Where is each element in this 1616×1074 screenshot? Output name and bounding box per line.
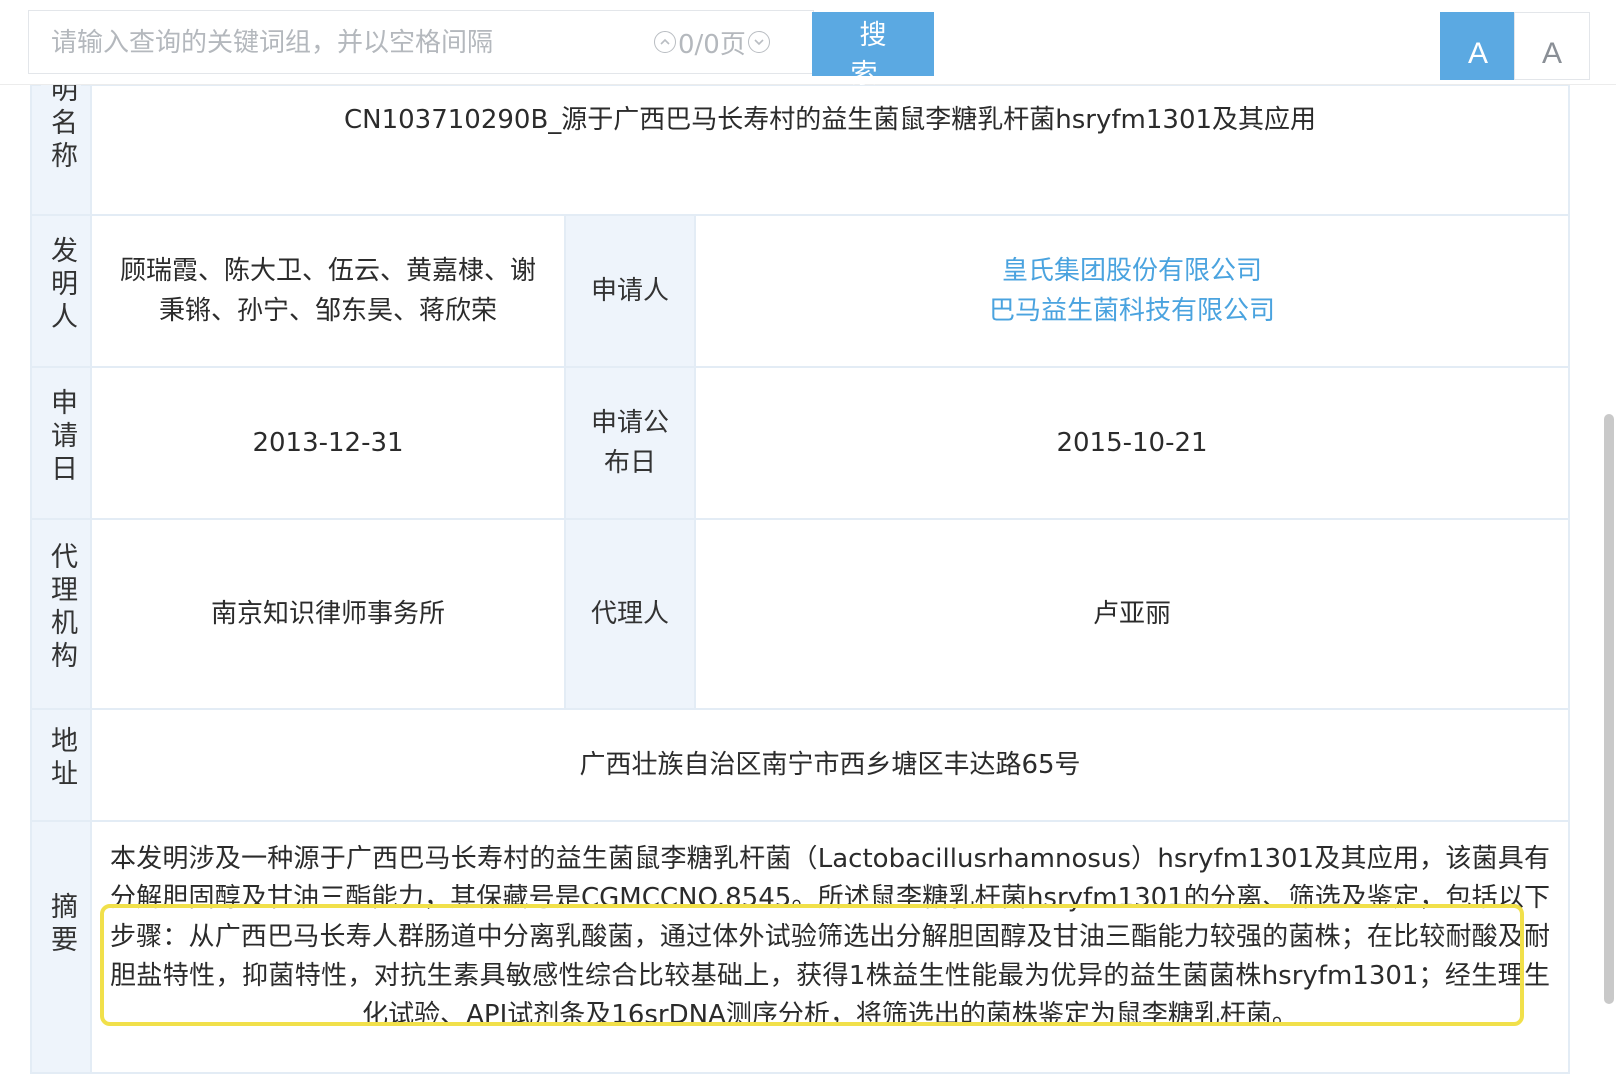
title-label: 明名称 xyxy=(41,74,81,174)
address-label: 地址 xyxy=(41,726,81,792)
applicant-link-1[interactable]: 皇氏集团股份有限公司 xyxy=(696,251,1568,291)
title-value-cell: CN103710290B_源于广西巴马长寿村的益生菌鼠李糖乳杆菌hsryfm13… xyxy=(89,84,1571,216)
patent-title: CN103710290B_源于广西巴马长寿村的益生菌鼠李糖乳杆菌hsryfm13… xyxy=(343,105,1317,135)
search-button[interactable]: 搜 索 xyxy=(812,12,934,90)
date-row: 申请日 2013-12-31 申请公布日 2015-10-21 xyxy=(30,366,1571,520)
agency-label: 代理机构 xyxy=(41,542,81,674)
application-date: 2013-12-31 xyxy=(90,366,566,520)
search-box: 0/0页 xyxy=(28,10,814,75)
inventor-label-cell: 发明人 xyxy=(30,214,92,368)
agent: 卢亚丽 xyxy=(693,518,1571,710)
abstract-label-cell: 摘要 xyxy=(30,820,92,1074)
address-label-cell: 地址 xyxy=(30,708,92,822)
patent-info-table: 明名称 CN103710290B_源于广西巴马长寿村的益生菌鼠李糖乳杆菌hsry… xyxy=(30,74,1571,1074)
scrollbar-thumb[interactable] xyxy=(1604,414,1614,1004)
agency-row: 代理机构 南京知识律师事务所 代理人 卢亚丽 xyxy=(30,518,1571,710)
page-count: 0/0页 xyxy=(678,29,746,60)
publication-date-label-cell: 申请公布日 xyxy=(564,366,696,520)
abstract-text: 本发明涉及一种源于广西巴马长寿村的益生菌鼠李糖乳杆菌（Lactobacillus… xyxy=(110,844,1551,1030)
agent-label: 代理人 xyxy=(564,518,696,710)
applicant-value-cell: 皇氏集团股份有限公司 巴马益生菌科技有限公司 xyxy=(693,214,1571,368)
abstract-row: 摘要 本发明涉及一种源于广西巴马长寿村的益生菌鼠李糖乳杆菌（Lactobacil… xyxy=(30,820,1571,1074)
search-toolbar: 0/0页 搜 索 A A xyxy=(0,0,1616,90)
chevron-up-icon[interactable] xyxy=(654,31,676,53)
abstract-label: 摘要 xyxy=(41,892,81,958)
agency-label-cell: 代理机构 xyxy=(30,518,92,710)
address-row: 地址 广西壮族自治区南宁市西乡塘区丰达路65号 xyxy=(30,708,1571,822)
title-label-cell: 明名称 xyxy=(30,74,92,216)
title-row: 明名称 CN103710290B_源于广西巴马长寿村的益生菌鼠李糖乳杆菌hsry… xyxy=(30,74,1571,216)
inventor-row: 发明人 顾瑞霞、陈大卫、伍云、黄嘉棣、谢秉锵、孙宁、邹东昊、蒋欣荣 申请人 皇氏… xyxy=(30,214,1571,368)
font-size-small-button[interactable]: A xyxy=(1440,12,1516,80)
publication-date: 2015-10-21 xyxy=(693,366,1571,520)
inventor-value-cell: 顾瑞霞、陈大卫、伍云、黄嘉棣、谢秉锵、孙宁、邹东昊、蒋欣荣 xyxy=(90,214,566,368)
address: 广西壮族自治区南宁市西乡塘区丰达路65号 xyxy=(89,708,1571,822)
chevron-down-icon[interactable] xyxy=(747,31,770,53)
application-date-label: 申请日 xyxy=(41,387,81,487)
application-date-label-cell: 申请日 xyxy=(30,366,92,520)
agency: 南京知识律师事务所 xyxy=(90,518,566,710)
font-size-large-button[interactable]: A xyxy=(1514,12,1590,80)
search-input[interactable] xyxy=(49,11,653,75)
inventors: 顾瑞霞、陈大卫、伍云、黄嘉棣、谢秉锵、孙宁、邹东昊、蒋欣荣 xyxy=(119,256,536,326)
abstract-cell: 本发明涉及一种源于广西巴马长寿村的益生菌鼠李糖乳杆菌（Lactobacillus… xyxy=(89,820,1571,1074)
page-navigator: 0/0页 xyxy=(654,11,770,73)
applicant-label: 申请人 xyxy=(564,214,696,368)
publication-date-label: 申请公布日 xyxy=(590,408,669,478)
applicant-link-2[interactable]: 巴马益生菌科技有限公司 xyxy=(696,291,1568,331)
inventor-label: 发明人 xyxy=(41,235,81,335)
